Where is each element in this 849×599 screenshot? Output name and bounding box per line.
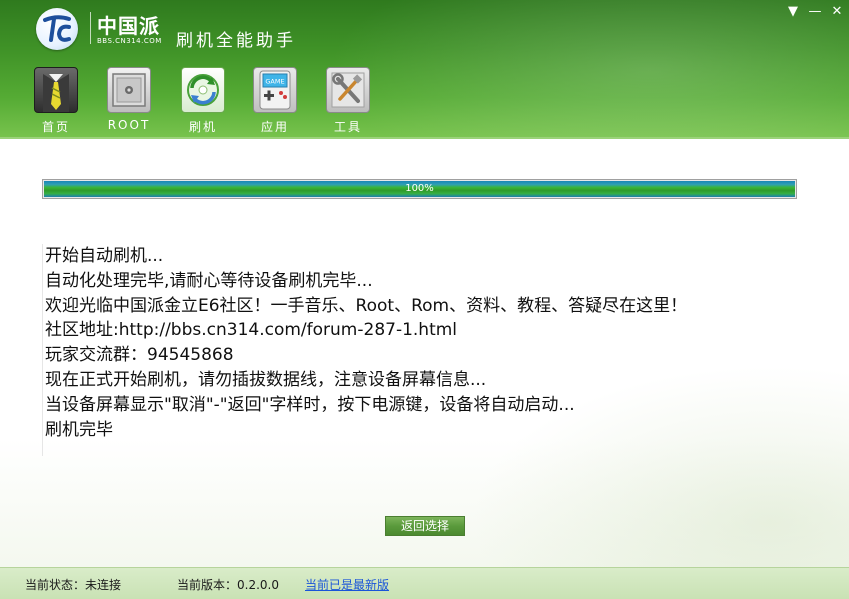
flash-log: 开始自动刷机... 自动化处理完毕,请耐心等待设备刷机完毕... 欢迎光临中国派金立… [42,244,823,456]
title-bar: 中国派 BBS.CN314.COM 刷机全能助手 ▼ — ✕ 首页 ROOT 刷… [0,0,849,139]
tie-icon [34,67,78,113]
game-console-icon: GAME [253,67,297,113]
version-text: 当前版本：0.2.0.0 [177,578,279,592]
nav-item-home[interactable]: 首页 [24,67,88,137]
connection-status: 当前状态：未连接 [25,578,122,592]
refresh-disc-icon [181,67,225,113]
log-line: 当设备屏幕显示"取消"-"返回"字样时，按下电源键，设备将自动启动... [45,394,575,415]
nav-item-tools[interactable]: 工具 [316,67,380,137]
menu-dropdown-icon[interactable]: ▼ [784,4,802,20]
log-line: 自动化处理完毕,请耐心等待设备刷机完毕... [45,270,373,291]
nav-item-root[interactable]: ROOT [97,67,161,137]
log-line: 玩家交流群：94545868 [45,345,234,366]
log-line: 刷机完毕 [45,419,113,440]
logo-brand-text: 中国派 [97,14,160,38]
status-bar: 当前状态：未连接 当前版本：0.2.0.0 当前已是最新版 [0,567,849,599]
log-line: 现在正式开始刷机，请勿插拔数据线，注意设备屏幕信息... [45,369,487,390]
log-line: 社区地址:http://bbs.cn314.com/forum-287-1.ht… [45,320,458,341]
safe-icon [107,67,151,113]
nav-label-tools: 工具 [333,120,362,134]
log-line: 开始自动刷机... [45,246,164,266]
nav-label-apps: 应用 [260,120,289,134]
nav-item-apps[interactable]: GAME 应用 [243,67,307,137]
nav-label-home: 首页 [41,120,70,134]
update-link[interactable]: 当前已是最新版 [305,576,389,593]
svg-text:GAME: GAME [265,78,284,86]
nav-item-flash[interactable]: 刷机 [171,67,235,137]
log-line: 欢迎光临中国派金立E6社区！一手音乐、Root、Rom、资料、教程、答疑尽在这里… [45,295,688,316]
main-panel: 100% 开始自动刷机... 自动化处理完毕,请耐心等待设备刷机完毕... 欢迎光临… [0,139,849,567]
flash-progress-bar: 100% [42,179,797,199]
close-icon[interactable]: ✕ [828,4,846,20]
back-to-selection-button[interactable]: 返回选择 [385,516,465,536]
minimize-icon[interactable]: — [806,4,824,20]
app-title: 刷机全能助手 [176,31,296,51]
tools-icon [326,67,370,113]
logo-icon [36,8,78,50]
nav-label-root: ROOT [107,118,151,132]
logo-brand-url: BBS.CN314.COM [97,37,162,45]
progress-label: 100% [405,183,434,194]
header-glow [300,0,849,139]
logo-separator [90,12,91,44]
nav-label-flash: 刷机 [188,120,217,134]
